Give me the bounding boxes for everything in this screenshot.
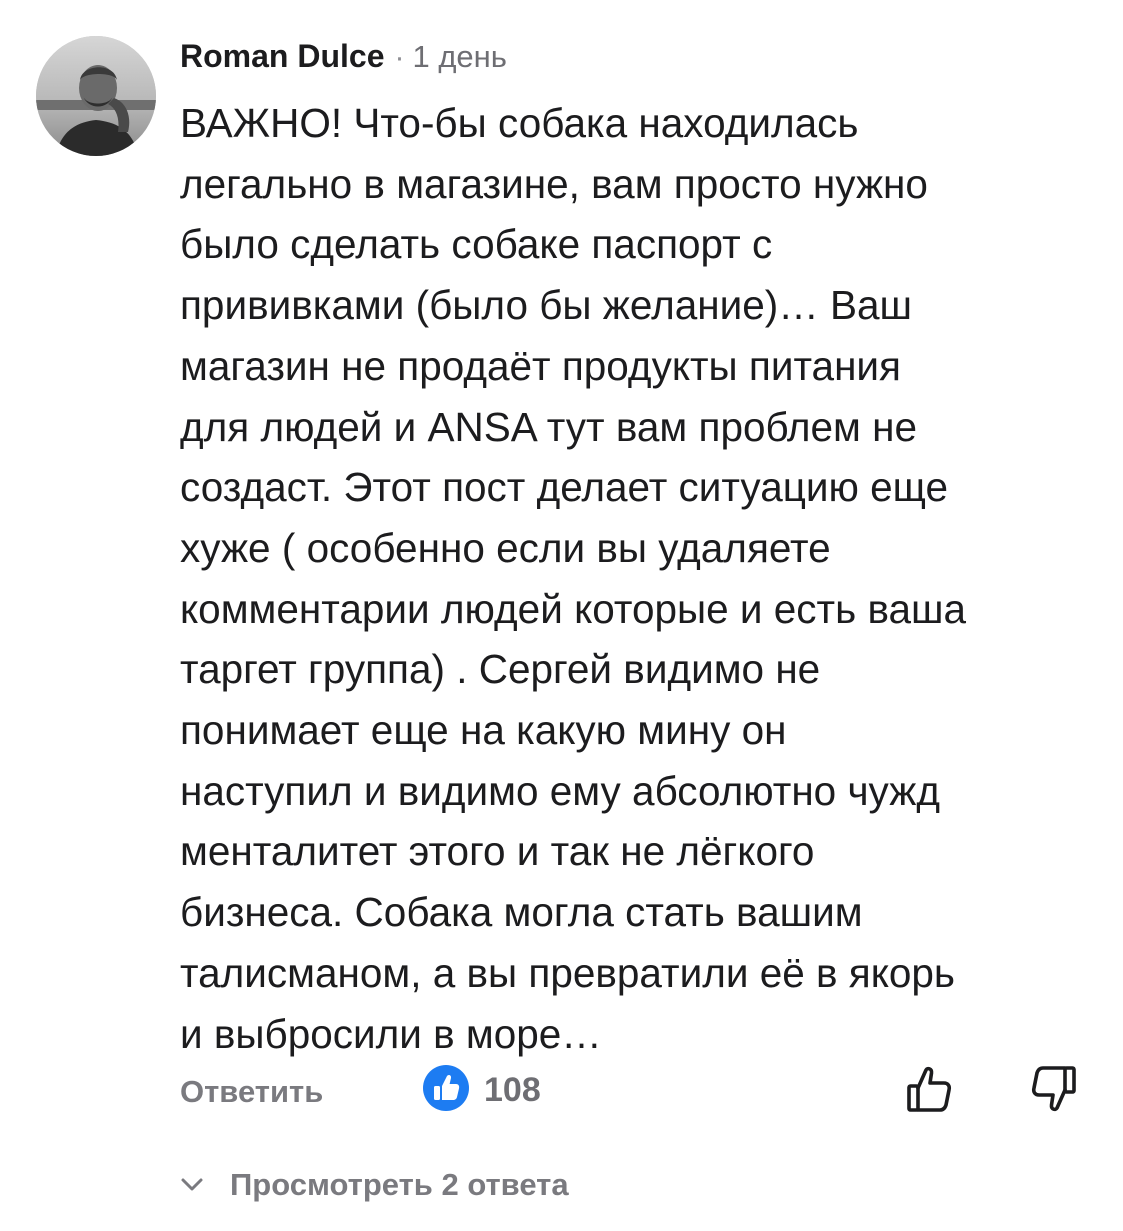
comment-line: ВАЖНО! Что-бы собака находилась [180, 100, 859, 146]
like-count: 108 [484, 1071, 541, 1109]
comment-line: и выбросили в море… [180, 1010, 602, 1057]
comment-line: таргет группа) . Сергей видимо не [180, 646, 821, 693]
author-name[interactable]: Roman Dulce [180, 38, 384, 75]
chevron-down-icon [180, 1173, 204, 1197]
comment-line: бизнеса. Собака могла стать вашим [180, 889, 863, 936]
comment-header: Roman Dulce · 1 день [180, 38, 507, 82]
comment-line: талисманом, а вы превратили её в якорь [180, 949, 956, 996]
comment-actions: Ответить 108 [180, 1062, 1080, 1118]
comment-line: хуже ( особенно если вы удаляете [180, 524, 831, 571]
comment-line: менталитет этого и так не лёгкого [180, 828, 815, 875]
reply-button[interactable]: Ответить [180, 1074, 323, 1110]
comment-line: создаст. Этот пост делает ситуацию еще [180, 464, 949, 511]
view-replies-button[interactable]: Просмотреть 2 ответа [180, 1162, 569, 1208]
comment-line: понимает еще на какую мину он [180, 707, 787, 754]
avatar-photo [36, 36, 156, 156]
comment-line: прививками (было бы желание)… Ваш [180, 282, 913, 329]
meta-separator: · [394, 41, 405, 74]
comment-text: ВАЖНО! Что-бы собака находилась легально… [180, 93, 1100, 1064]
comment-line: наступил и видимо ему абсолютно чужд [180, 767, 940, 814]
thumbs-down-icon[interactable] [1028, 1064, 1078, 1114]
comment-line: для людей и ANSA тут вам проблем не [180, 403, 918, 450]
comment-timestamp: 1 день [412, 39, 507, 74]
avatar[interactable] [36, 36, 156, 156]
view-replies-label: Просмотреть 2 ответа [230, 1167, 569, 1202]
comment-line: магазин не продаёт продукты питания [180, 342, 901, 389]
comment-line: легально в магазине, вам просто нужно [180, 160, 928, 207]
comment-line: было сделать собаке паспорт с [180, 221, 773, 268]
like-icon [422, 1064, 470, 1112]
thumbs-up-icon[interactable] [905, 1064, 955, 1114]
comment-line: комментарии людей которые и есть ваша [180, 585, 967, 632]
